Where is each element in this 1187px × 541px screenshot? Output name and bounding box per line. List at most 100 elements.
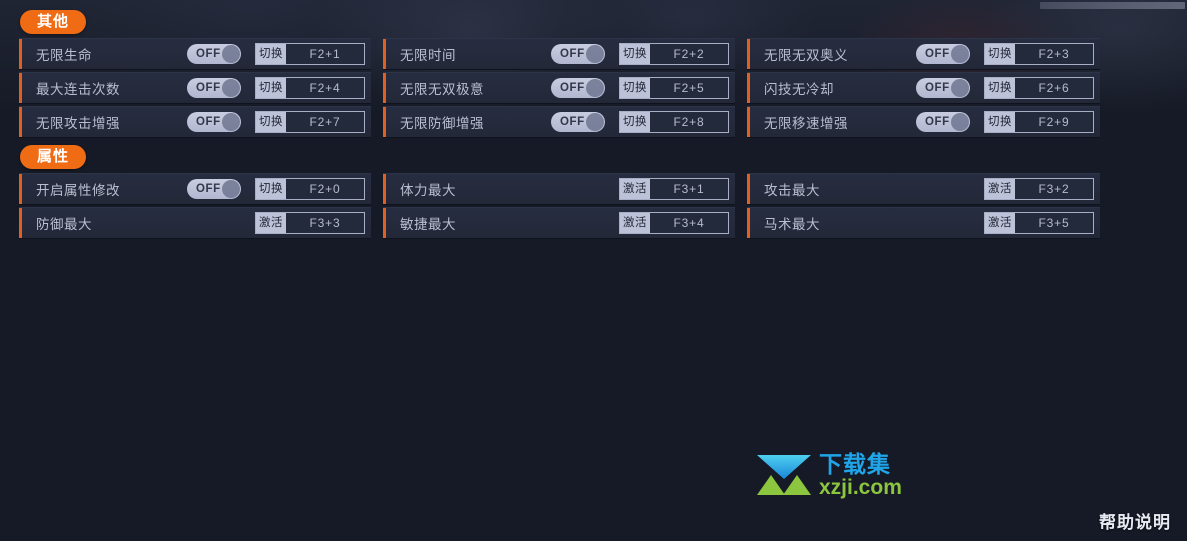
hotkey-key-label[interactable]: F2+0 bbox=[286, 178, 364, 199]
hotkey-binding[interactable]: 切换 F2+6 bbox=[984, 76, 1094, 99]
hotkey-binding[interactable]: 激活 F3+2 bbox=[984, 177, 1094, 200]
toggle-state-label: OFF bbox=[925, 81, 950, 94]
item-accent-bar bbox=[19, 208, 22, 238]
hotkey-binding[interactable]: 切换 F2+2 bbox=[619, 42, 729, 65]
hotkey-action-label[interactable]: 激活 bbox=[256, 212, 286, 233]
hotkey-key-label[interactable]: F2+2 bbox=[650, 43, 728, 64]
hotkey-action-label[interactable]: 激活 bbox=[620, 178, 650, 199]
watermark-cn: 下载集 bbox=[819, 450, 891, 477]
cheat-item[interactable]: 无限无双极意 OFF 切换 F2+5 bbox=[383, 72, 735, 104]
cheat-toggle-switch[interactable]: OFF bbox=[551, 77, 605, 98]
hotkey-binding[interactable]: 激活 F3+4 bbox=[619, 211, 729, 234]
hotkey-binding[interactable]: 切换 F2+0 bbox=[255, 177, 365, 200]
cheat-item-label: 防御最大 bbox=[36, 216, 92, 232]
hotkey-key-label[interactable]: F2+8 bbox=[650, 111, 728, 132]
cheat-item[interactable]: 攻击最大 激活 F3+2 bbox=[747, 173, 1100, 205]
hotkey-binding[interactable]: 激活 F3+3 bbox=[255, 211, 365, 234]
item-accent-bar bbox=[383, 39, 386, 69]
cheat-toggle-switch[interactable]: OFF bbox=[187, 43, 241, 64]
cheat-item[interactable]: 无限无双奥义 OFF 切换 F2+3 bbox=[747, 38, 1100, 70]
cheat-item-controls: OFF 切换 F2+7 bbox=[187, 106, 371, 137]
hotkey-binding[interactable]: 切换 F2+5 bbox=[619, 76, 729, 99]
hotkey-binding[interactable]: 切换 F2+4 bbox=[255, 76, 365, 99]
hotkey-action-label[interactable]: 切换 bbox=[620, 111, 650, 132]
cheat-toggle-switch[interactable]: OFF bbox=[916, 77, 970, 98]
cheat-item[interactable]: 体力最大 激活 F3+1 bbox=[383, 173, 735, 205]
toggle-state-label: OFF bbox=[196, 115, 221, 128]
hotkey-action-label[interactable]: 切换 bbox=[256, 77, 286, 98]
hotkey-key-label[interactable]: F3+4 bbox=[650, 212, 728, 233]
xzji-logo-icon bbox=[757, 455, 811, 495]
hotkey-binding[interactable]: 切换 F2+9 bbox=[984, 110, 1094, 133]
hotkey-key-label[interactable]: F3+3 bbox=[286, 212, 364, 233]
hotkey-binding[interactable]: 切换 F2+8 bbox=[619, 110, 729, 133]
cheat-item-label: 闪技无冷却 bbox=[764, 81, 834, 97]
item-accent-bar bbox=[747, 39, 750, 69]
cheat-toggle-switch[interactable]: OFF bbox=[187, 178, 241, 199]
cheat-toggle-switch[interactable]: OFF bbox=[551, 43, 605, 64]
cheat-item[interactable]: 开启属性修改 OFF 切换 F2+0 bbox=[19, 173, 371, 205]
item-accent-bar bbox=[383, 174, 386, 204]
cheat-item[interactable]: 闪技无冷却 OFF 切换 F2+6 bbox=[747, 72, 1100, 104]
cheat-toggle-switch[interactable]: OFF bbox=[551, 111, 605, 132]
hotkey-action-label[interactable]: 切换 bbox=[256, 178, 286, 199]
cheat-item[interactable]: 无限时间 OFF 切换 F2+2 bbox=[383, 38, 735, 70]
cheat-item[interactable]: 防御最大 激活 F3+3 bbox=[19, 207, 371, 239]
toggle-knob bbox=[586, 112, 604, 131]
hotkey-key-label[interactable]: F2+3 bbox=[1015, 43, 1093, 64]
hotkey-binding[interactable]: 激活 F3+1 bbox=[619, 177, 729, 200]
cheat-item[interactable]: 最大连击次数 OFF 切换 F2+4 bbox=[19, 72, 371, 104]
hotkey-key-label[interactable]: F2+4 bbox=[286, 77, 364, 98]
hotkey-key-label[interactable]: F2+5 bbox=[650, 77, 728, 98]
cheat-item[interactable]: 无限生命 OFF 切换 F2+1 bbox=[19, 38, 371, 70]
hotkey-action-label[interactable]: 切换 bbox=[985, 77, 1015, 98]
cheat-item[interactable]: 马术最大 激活 F3+5 bbox=[747, 207, 1100, 239]
hotkey-action-label[interactable]: 切换 bbox=[620, 43, 650, 64]
hotkey-key-label[interactable]: F2+9 bbox=[1015, 111, 1093, 132]
hotkey-key-label[interactable]: F2+6 bbox=[1015, 77, 1093, 98]
cheat-toggle-switch[interactable]: OFF bbox=[916, 43, 970, 64]
cheat-row: 防御最大 激活 F3+3 敏捷最大 激活 F3+4 马术最大 激活 F3+5 bbox=[0, 207, 1187, 241]
hotkey-binding[interactable]: 切换 F2+1 bbox=[255, 42, 365, 65]
cheat-item[interactable]: 无限攻击增强 OFF 切换 F2+7 bbox=[19, 106, 371, 138]
cheat-item-controls: OFF 切换 F2+2 bbox=[551, 38, 735, 69]
cheat-item[interactable]: 无限移速增强 OFF 切换 F2+9 bbox=[747, 106, 1100, 138]
hotkey-action-label[interactable]: 切换 bbox=[985, 43, 1015, 64]
hotkey-action-label[interactable]: 切换 bbox=[620, 77, 650, 98]
cheat-item[interactable]: 无限防御增强 OFF 切换 F2+8 bbox=[383, 106, 735, 138]
section-title-badge: 其他 bbox=[20, 10, 86, 34]
cheat-row: 开启属性修改 OFF 切换 F2+0 体力最大 激活 F3+1 攻击最大 激活 F3+2 bbox=[0, 173, 1187, 207]
cheat-row: 最大连击次数 OFF 切换 F2+4 无限无双极意 OFF 切换 F2+5 闪技无冷却 OFF 切换… bbox=[0, 72, 1187, 106]
hotkey-key-label[interactable]: F3+2 bbox=[1015, 178, 1093, 199]
toggle-knob bbox=[951, 112, 969, 131]
hotkey-action-label[interactable]: 切换 bbox=[256, 111, 286, 132]
cheat-toggle-switch[interactable]: OFF bbox=[916, 111, 970, 132]
hotkey-action-label[interactable]: 激活 bbox=[620, 212, 650, 233]
watermark-en: xzji.com bbox=[819, 475, 902, 499]
hotkey-binding[interactable]: 切换 F2+3 bbox=[984, 42, 1094, 65]
hotkey-key-label[interactable]: F3+5 bbox=[1015, 212, 1093, 233]
cheat-toggle-switch[interactable]: OFF bbox=[187, 77, 241, 98]
hotkey-action-label[interactable]: 切换 bbox=[985, 111, 1015, 132]
item-accent-bar bbox=[383, 208, 386, 238]
hotkey-action-label[interactable]: 激活 bbox=[985, 178, 1015, 199]
hotkey-key-label[interactable]: F3+1 bbox=[650, 178, 728, 199]
cheat-item-controls: 激活 F3+5 bbox=[984, 207, 1100, 238]
hotkey-binding[interactable]: 切换 F2+7 bbox=[255, 110, 365, 133]
cheat-item[interactable]: 敏捷最大 激活 F3+4 bbox=[383, 207, 735, 239]
cheat-toggle-switch[interactable]: OFF bbox=[187, 111, 241, 132]
help-label[interactable]: 帮助说明 bbox=[1099, 508, 1171, 533]
hotkey-key-label[interactable]: F2+7 bbox=[286, 111, 364, 132]
hotkey-action-label[interactable]: 切换 bbox=[256, 43, 286, 64]
cheat-item-label: 无限生命 bbox=[36, 47, 92, 63]
cheat-item-controls: 激活 F3+1 bbox=[619, 173, 735, 204]
hotkey-binding[interactable]: 激活 F3+5 bbox=[984, 211, 1094, 234]
hotkey-key-label[interactable]: F2+1 bbox=[286, 43, 364, 64]
cheat-item-label: 无限无双极意 bbox=[400, 81, 484, 97]
toggle-knob bbox=[222, 179, 240, 198]
item-accent-bar bbox=[19, 73, 22, 103]
cheat-item-controls: OFF 切换 F2+1 bbox=[187, 38, 371, 69]
cheat-item-label: 无限无双奥义 bbox=[764, 47, 848, 63]
section-title-badge: 属性 bbox=[20, 145, 86, 169]
hotkey-action-label[interactable]: 激活 bbox=[985, 212, 1015, 233]
